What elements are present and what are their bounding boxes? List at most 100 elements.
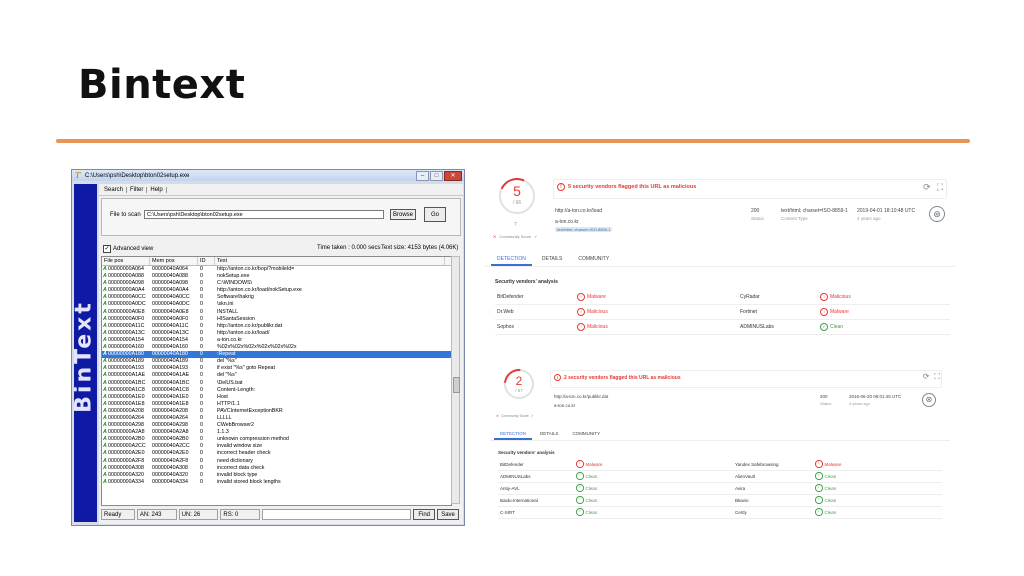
- table-row[interactable]: A 00000000A264 00000040A264 0 LLLLL: [102, 415, 451, 422]
- scrollbar-thumb[interactable]: [453, 377, 460, 393]
- app-icon: T: [75, 170, 81, 180]
- fullscreen-icon[interactable]: ⛶: [934, 372, 940, 382]
- table-row[interactable]: A 00000000A334 00000040A334 0 invalid stored…: [102, 479, 451, 486]
- dislike-icon[interactable]: ✕: [496, 414, 499, 418]
- table-row[interactable]: A 00000000A320 00000040A320 0 invalid block …: [102, 472, 451, 479]
- table-row[interactable]: A 00000000A1AE 00000040A1AE 0 del "%s": [102, 372, 451, 379]
- table-row[interactable]: A 00000000A1E0 00000040A1E0 0 Host: [102, 394, 451, 401]
- advanced-view-checkbox[interactable]: ✓: [103, 245, 111, 253]
- table-row[interactable]: A 00000000A154 00000040A154 0 a-ton.co.kr: [102, 337, 451, 344]
- table-row[interactable]: A 00000000A1BC 00000040A1BC 0 \DelUS.bat: [102, 380, 451, 387]
- menu-help[interactable]: Help: [147, 186, 167, 193]
- refresh-icon[interactable]: ⟳: [923, 182, 931, 193]
- menu-search[interactable]: Search: [101, 186, 128, 193]
- vendor-name: C-SIRT: [500, 509, 515, 515]
- tab-community[interactable]: COMMUNITY: [572, 431, 600, 436]
- advanced-view-toggle[interactable]: ✓ Advanced view: [103, 245, 153, 253]
- table-row[interactable]: A 00000000A308 00000040A308 0 incorrect data…: [102, 465, 451, 472]
- column-file-pos[interactable]: File pos: [102, 257, 150, 265]
- table-row[interactable]: A 00000000A1E8 00000040A1E8 0 HTTP/1.1: [102, 401, 451, 408]
- id-cell: 0: [200, 429, 203, 436]
- file-pos-cell: 00000000A180: [108, 351, 144, 358]
- table-row[interactable]: A 00000000A0E8 00000040A0E8 0 INSTALL: [102, 309, 451, 316]
- table-row[interactable]: A 00000000A180 00000040A180 0:Repeat: [102, 351, 451, 359]
- table-row[interactable]: A 00000000A298 00000040A298 0 CWebBrowser2: [102, 422, 451, 429]
- vt1-host[interactable]: a-ton.co.kr: [555, 219, 579, 225]
- strings-list[interactable]: File pos Mem pos ID Text A 00000000A064 00…: [101, 256, 452, 506]
- mem-pos-cell: 00000040A154: [152, 336, 188, 343]
- mem-pos-cell: 00000040A2A8: [152, 429, 189, 436]
- table-row[interactable]: A 00000000A193 00000040A193 0 if exist "%s" …: [102, 365, 451, 372]
- browse-button[interactable]: Browse: [390, 209, 416, 220]
- text-cell: incorrect header check: [217, 450, 271, 457]
- id-cell: 0: [200, 322, 203, 329]
- table-row[interactable]: A 00000000A160 00000040A160 0 %02x%02x%02x%0…: [102, 344, 451, 351]
- text-cell: \DelUS.bat: [217, 379, 243, 386]
- mem-pos-cell: 00000040A160: [152, 344, 188, 351]
- table-row[interactable]: A 00000000A2F8 00000040A2F8 0 need dictionar…: [102, 458, 451, 465]
- id-cell: 0: [200, 478, 203, 485]
- tab-details[interactable]: DETAILS: [542, 256, 562, 262]
- close-button[interactable]: ✕: [444, 171, 462, 181]
- list-scrollbar[interactable]: [451, 256, 460, 504]
- id-cell: 0: [200, 379, 203, 386]
- vt2-url[interactable]: http://a-ton.co.kr/publikr.dat: [554, 394, 608, 399]
- like-icon[interactable]: ✓: [534, 234, 537, 239]
- bintext-sidebar-logo: BinText: [74, 184, 97, 522]
- tab-details[interactable]: DETAILS: [540, 431, 558, 436]
- go-button[interactable]: Go: [424, 207, 446, 222]
- file-path-input[interactable]: C:\Users\psh\Desktop\bton02setup.exe: [144, 210, 384, 219]
- find-button[interactable]: Find: [413, 508, 436, 520]
- vendor-name: BitDefender: [500, 461, 524, 467]
- vt1-url[interactable]: http://a-ton.co.kr/load: [555, 208, 602, 214]
- table-row[interactable]: A 00000000A0F0 00000040A0F0 0 HISantaSession: [102, 316, 451, 323]
- table-row[interactable]: A 00000000A208 00000040A208 0 PAVCInternetEx…: [102, 408, 451, 415]
- like-icon[interactable]: ✓: [531, 414, 534, 418]
- vt1-tabs-divider: [485, 266, 955, 267]
- column-mem-pos[interactable]: Mem pos: [150, 257, 198, 265]
- menu-filter[interactable]: Filter: [127, 186, 148, 193]
- table-row[interactable]: A 00000000A064 00000040A064 0 http://anton.c…: [102, 266, 451, 273]
- table-row[interactable]: A 00000000A0CC 00000040A0CC 0 Software\hakri…: [102, 294, 451, 301]
- column-id[interactable]: ID: [198, 257, 215, 265]
- refresh-icon[interactable]: ⟳: [923, 372, 930, 382]
- table-row[interactable]: A 00000000A13C 00000040A13C 0 http://anton.c…: [102, 330, 451, 337]
- table-row[interactable]: A 00000000A189 00000040A189 0 del "%s": [102, 358, 451, 365]
- find-input[interactable]: [262, 508, 412, 520]
- table-row[interactable]: A 00000000A0DC 00000040A0DC 0 \skn.ini: [102, 301, 451, 308]
- table-row[interactable]: A 00000000A088 00000040A088 0 nokSetup.exe: [102, 273, 451, 280]
- table-row[interactable]: A 00000000A0A4 00000040A0A4 0 http://anton.c…: [102, 287, 451, 294]
- tab-community[interactable]: COMMUNITY: [578, 256, 609, 262]
- save-button[interactable]: Save: [437, 508, 459, 520]
- id-cell: 0: [200, 393, 203, 400]
- vendor-name: Certly: [735, 509, 747, 515]
- table-row[interactable]: A 00000000A098 00000040A098 0 C:\WINDOWS\: [102, 280, 451, 287]
- file-pos-cell: 00000000A193: [108, 365, 144, 372]
- vendor-result: Malware: [585, 461, 603, 467]
- text-cell: INSTALL: [217, 308, 239, 315]
- bintext-titlebar[interactable]: T C:\Users\psh\Desktop\bton02setup.exe –…: [72, 170, 464, 181]
- fullscreen-icon[interactable]: ⛶: [937, 182, 943, 193]
- file-pos-cell: 00000000A0F0: [108, 315, 145, 322]
- tab-detection[interactable]: DETECTION: [493, 431, 533, 440]
- table-row[interactable]: A 00000000A2A8 00000040A2A8 0 1.1.3: [102, 429, 451, 436]
- check-icon: ✓: [576, 508, 584, 516]
- file-pos-cell: 00000000A160: [108, 344, 144, 351]
- dislike-icon[interactable]: ✕: [493, 234, 496, 239]
- text-cell: need dictionary: [217, 457, 253, 464]
- vendor-row: BitDefender! Malware CyRadar! Malicious: [495, 289, 950, 305]
- table-row[interactable]: A 00000000A1C8 00000040A1C8 0 Content-Length…: [102, 387, 451, 394]
- table-row[interactable]: A 00000000A11C 00000040A11C 0 http://anton.c…: [102, 323, 451, 330]
- table-row[interactable]: A 00000000A2B0 00000040A2B0 0 unknown compre…: [102, 436, 451, 443]
- table-row[interactable]: A 00000000A2E0 00000040A2E0 0 incorrect head…: [102, 450, 451, 457]
- text-cell: HTTP/1.1: [217, 400, 240, 407]
- vendor-name: Yandex Safebrowsing: [735, 461, 779, 467]
- text-size: Text size: 4153 bytes (4.06K): [381, 245, 459, 251]
- file-pos-cell: 00000000A0A4: [108, 287, 145, 294]
- tab-detection[interactable]: DETECTION: [491, 256, 532, 266]
- table-row[interactable]: A 00000000A2CC 00000040A2CC 0 invalid window…: [102, 443, 451, 450]
- vt2-host[interactable]: a-ton.co.kr: [554, 403, 575, 408]
- column-text[interactable]: Text: [215, 257, 445, 265]
- minimize-button[interactable]: –: [416, 171, 429, 181]
- maximize-button[interactable]: □: [430, 171, 443, 181]
